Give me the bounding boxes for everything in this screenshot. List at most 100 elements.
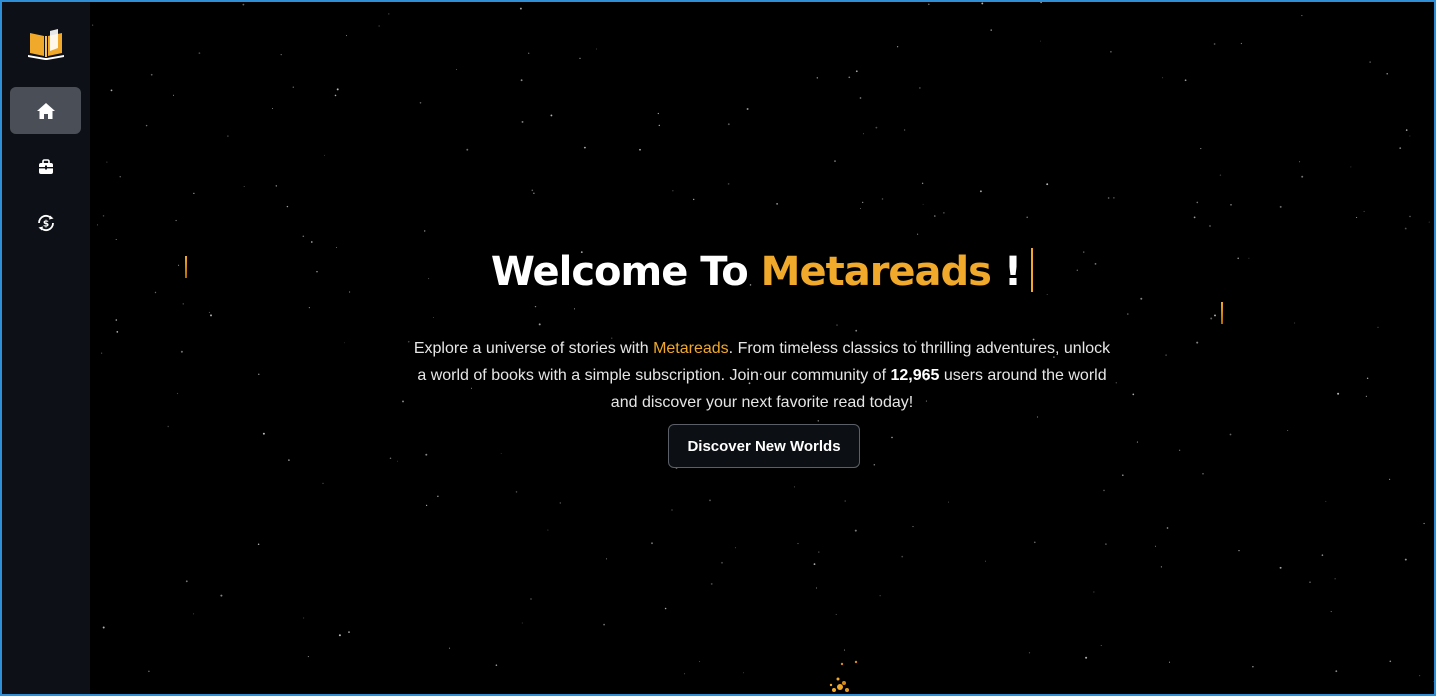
star: [388, 13, 390, 15]
star: [816, 587, 817, 589]
home-icon: [36, 102, 55, 119]
star: [176, 392, 179, 395]
star: [1252, 665, 1254, 668]
star: [1160, 566, 1162, 568]
title-suffix: !: [991, 249, 1022, 295]
star: [1103, 489, 1105, 492]
star: [1093, 591, 1095, 593]
ember-sparks: [829, 660, 858, 692]
star: [1409, 215, 1411, 218]
star: [288, 459, 290, 461]
star: [466, 148, 469, 151]
star: [672, 190, 674, 192]
star: [579, 57, 581, 59]
discover-new-worlds-button[interactable]: Discover New Worlds: [668, 424, 860, 468]
star: [116, 331, 119, 333]
star: [922, 203, 924, 205]
star: [657, 112, 659, 115]
star: [921, 182, 924, 185]
star: [198, 52, 201, 54]
open-book-icon[interactable]: [28, 28, 64, 60]
star: [1335, 670, 1338, 673]
star: [1165, 354, 1167, 356]
star: [519, 7, 522, 10]
star: [521, 120, 524, 123]
star: [303, 617, 305, 619]
star: [1423, 522, 1425, 525]
star: [1404, 558, 1407, 561]
star: [101, 352, 103, 354]
star: [322, 482, 324, 485]
star: [1309, 581, 1311, 583]
star: [912, 526, 914, 528]
user-count: 12,965: [890, 367, 940, 384]
star: [1040, 2, 1042, 4]
star: [500, 452, 502, 454]
star: [1350, 166, 1352, 168]
star: [528, 52, 530, 54]
star: [596, 48, 598, 50]
desc-text-1: Explore a universe of stories with: [413, 340, 654, 357]
star: [901, 555, 904, 558]
star: [292, 86, 294, 88]
star: [402, 400, 404, 403]
star: [1428, 221, 1430, 223]
star: [1240, 42, 1243, 45]
star: [1028, 652, 1031, 654]
star: [664, 607, 667, 610]
star: [345, 35, 348, 37]
star: [1193, 216, 1196, 219]
star: [185, 580, 188, 583]
star: [193, 192, 195, 194]
star: [344, 342, 345, 344]
star: [1419, 675, 1421, 677]
star: [1196, 201, 1199, 204]
star: [873, 463, 876, 466]
title-brand: Metareads: [760, 249, 992, 295]
star: [651, 542, 653, 545]
star: [550, 114, 553, 117]
star: [1127, 313, 1129, 315]
star: [1330, 611, 1332, 613]
star: [1100, 645, 1102, 647]
star: [603, 623, 605, 626]
star: [1113, 197, 1115, 199]
star: [1389, 478, 1391, 480]
star: [1301, 15, 1303, 17]
star: [310, 241, 313, 243]
star: [843, 649, 846, 651]
star: [1321, 554, 1324, 556]
star: [324, 154, 325, 156]
main-content: Welcome To Metareads ! Explore a univers…: [90, 2, 1434, 694]
star: [947, 501, 949, 503]
star: [1325, 500, 1327, 502]
star: [423, 230, 426, 232]
star: [1213, 43, 1216, 45]
star: [875, 126, 878, 129]
star: [1301, 175, 1304, 178]
svg-text:$: $: [42, 219, 48, 229]
star: [1369, 61, 1371, 63]
hero-description: Explore a universe of stories with Metar…: [412, 335, 1112, 416]
star: [242, 3, 245, 6]
sidebar-item-home[interactable]: [10, 87, 81, 134]
sidebar-item-subscription[interactable]: $: [10, 199, 81, 246]
star: [559, 502, 561, 504]
star: [943, 212, 945, 214]
sidebar: $: [2, 2, 90, 694]
star: [583, 146, 586, 149]
star: [879, 595, 881, 597]
star: [102, 626, 105, 629]
star: [1404, 227, 1407, 230]
star: [334, 94, 337, 97]
star: [904, 129, 906, 131]
star: [534, 305, 537, 308]
star: [1196, 341, 1199, 344]
star: [336, 88, 339, 91]
star: [208, 311, 210, 313]
star: [1377, 326, 1379, 329]
star: [917, 233, 919, 235]
star: [495, 664, 498, 666]
sidebar-item-store[interactable]: [10, 143, 81, 190]
star: [1294, 322, 1296, 324]
